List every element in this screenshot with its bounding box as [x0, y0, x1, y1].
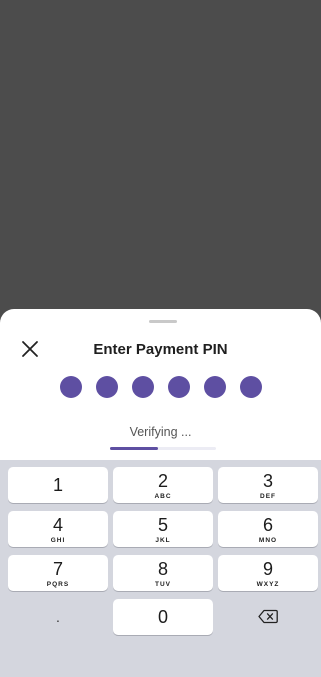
pin-dot — [95, 376, 118, 398]
pin-dot — [203, 376, 226, 398]
key-digit: 8 — [157, 559, 168, 579]
key-letters: WXYZ — [256, 581, 280, 588]
key-letters: TUV — [155, 581, 171, 588]
key-letters: GHI — [50, 537, 66, 544]
key-6[interactable]: 6 MNO — [218, 511, 318, 547]
verifying-progress-fill — [110, 447, 158, 450]
key-digit: 4 — [52, 515, 63, 535]
sheet-drag-handle[interactable] — [149, 320, 177, 323]
key-5[interactable]: 5 JKL — [113, 511, 213, 547]
key-digit: 5 — [157, 515, 168, 535]
dimmed-backdrop[interactable] — [0, 0, 321, 330]
key-digit: 2 — [157, 471, 168, 491]
pin-dots — [0, 376, 321, 398]
pin-dot — [167, 376, 190, 398]
key-8[interactable]: 8 TUV — [113, 555, 213, 591]
verifying-status: Verifying ... — [129, 425, 192, 439]
key-letters: PQRS — [46, 581, 70, 588]
key-dot[interactable]: . — [8, 599, 108, 635]
key-digit: 6 — [262, 515, 273, 535]
pin-dot — [59, 376, 82, 398]
key-1[interactable]: 1 — [8, 467, 108, 503]
key-digit: 9 — [262, 559, 273, 579]
key-backspace[interactable] — [218, 599, 318, 635]
pin-dot — [131, 376, 154, 398]
key-9[interactable]: 9 WXYZ — [218, 555, 318, 591]
pin-dot — [239, 376, 262, 398]
key-4[interactable]: 4 GHI — [8, 511, 108, 547]
key-digit: 0 — [157, 607, 168, 627]
key-letters: DEF — [260, 493, 276, 500]
verifying-progress-bar — [110, 447, 216, 450]
key-letters: JKL — [155, 537, 171, 544]
backspace-icon — [258, 609, 278, 624]
key-digit: 1 — [52, 475, 63, 495]
key-letters: ABC — [154, 493, 172, 500]
key-letters: MNO — [258, 537, 278, 544]
key-2[interactable]: 2 ABC — [113, 467, 213, 503]
key-7[interactable]: 7 PQRS — [8, 555, 108, 591]
key-digit: 3 — [262, 471, 273, 491]
key-dot-label: . — [56, 609, 60, 625]
numeric-keypad: 1 2 ABC 3 DEF 4 GHI 5 JKL 6 MNO 7 PQRS 8… — [0, 460, 321, 677]
page-title: Enter Payment PIN — [93, 341, 228, 358]
key-0[interactable]: 0 — [113, 599, 213, 635]
key-3[interactable]: 3 DEF — [218, 467, 318, 503]
sheet-header: Enter Payment PIN — [0, 335, 321, 363]
key-digit: 7 — [52, 559, 63, 579]
